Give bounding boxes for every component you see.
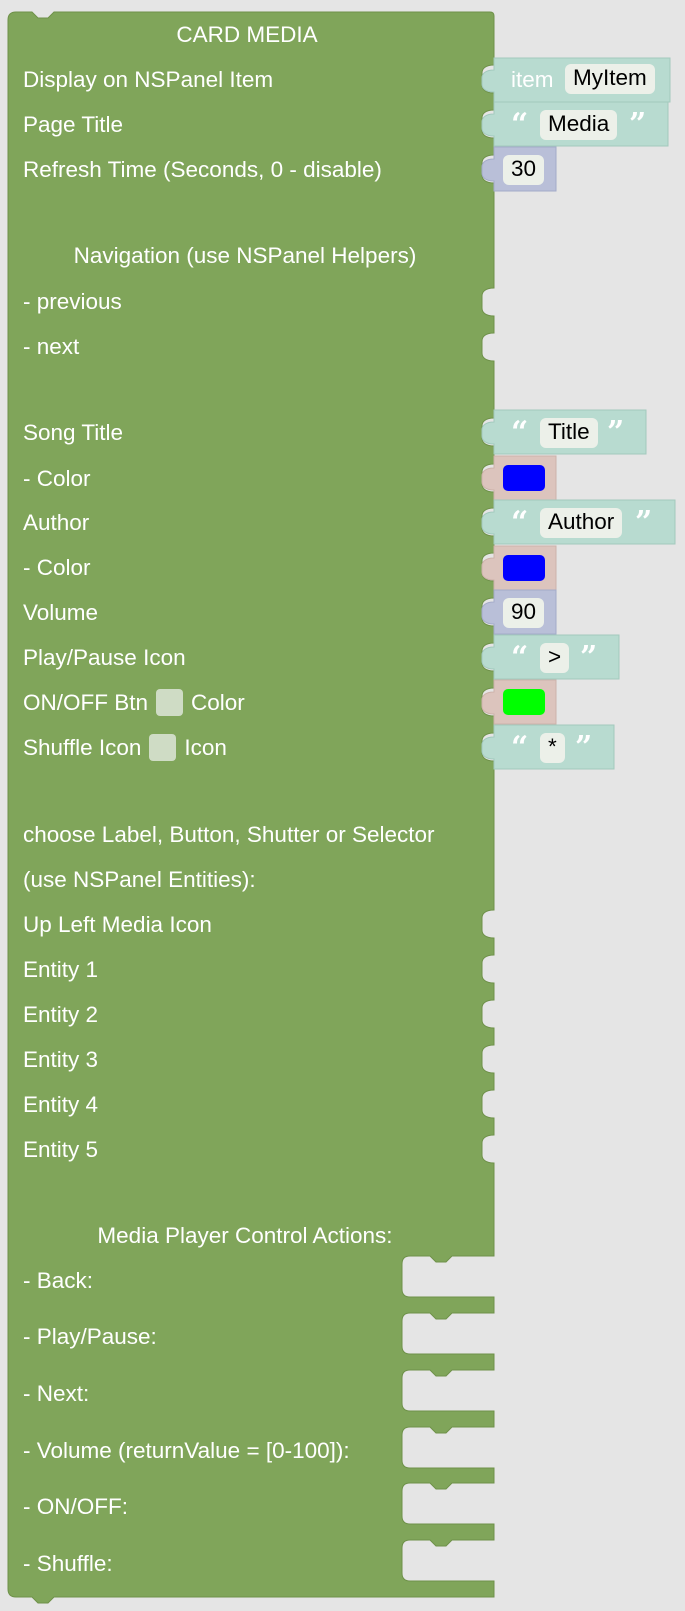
item-prefix: item bbox=[511, 67, 554, 92]
volume-field[interactable]: 90 bbox=[503, 598, 545, 628]
open-quote-icon: “ bbox=[511, 640, 529, 675]
item-name-field[interactable]: MyItem bbox=[565, 64, 655, 94]
onoff-color-swatch[interactable] bbox=[503, 689, 545, 715]
song-title-field[interactable]: Title bbox=[540, 418, 598, 448]
play-pause-icon-field[interactable]: > bbox=[540, 643, 570, 673]
page-title-field[interactable]: Media bbox=[540, 110, 618, 140]
close-quote-icon: ” bbox=[635, 505, 653, 540]
refresh-time-field[interactable]: 30 bbox=[503, 155, 545, 185]
open-quote-icon: “ bbox=[511, 415, 529, 450]
open-quote-icon: “ bbox=[511, 505, 529, 540]
author-field[interactable]: Author bbox=[540, 508, 623, 538]
close-quote-icon: ” bbox=[580, 640, 598, 675]
close-quote-icon: ” bbox=[629, 107, 647, 142]
input-blocks-layer bbox=[481, 57, 676, 770]
close-quote-icon: ” bbox=[607, 415, 625, 450]
shuffle-icon-field[interactable]: * bbox=[540, 733, 565, 763]
close-quote-icon: ” bbox=[575, 730, 593, 765]
open-quote-icon: “ bbox=[511, 730, 529, 765]
open-quote-icon: “ bbox=[511, 107, 529, 142]
song-color-swatch[interactable] bbox=[503, 465, 545, 491]
author-color-swatch[interactable] bbox=[503, 555, 545, 581]
